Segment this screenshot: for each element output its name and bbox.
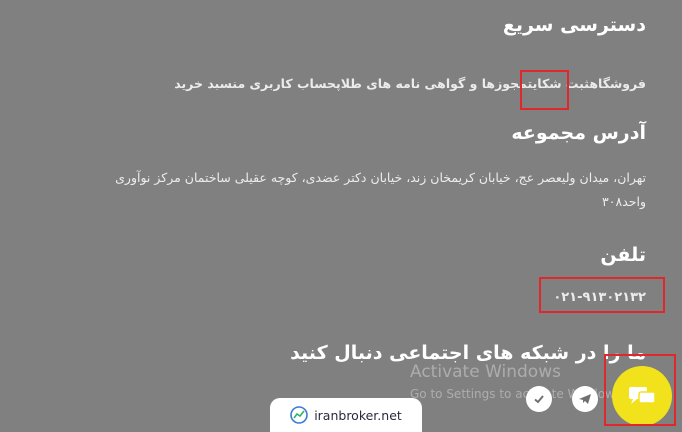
telegram-icon — [579, 394, 591, 404]
telegram-button[interactable] — [572, 386, 598, 412]
address-title: آدرس مجموعه — [511, 122, 646, 144]
brand-text: iranbroker.net — [314, 407, 402, 423]
chart-logo-icon — [290, 406, 308, 424]
link-licenses[interactable]: مجوزها و گواهی نامه های طلا — [341, 76, 528, 91]
link-cart[interactable]: سبد خرید — [174, 76, 232, 91]
check-circle-icon — [534, 395, 544, 404]
instagram-button[interactable] — [526, 386, 552, 412]
address-line-2: واحد۳۰۸ — [602, 194, 646, 209]
iranbroker-badge: iranbroker.net — [270, 398, 422, 432]
phone-highlight-box — [539, 277, 665, 313]
social-title: ما را در شبکه های اجتماعی دنبال کنید — [290, 342, 646, 364]
complaint-highlight-box — [520, 70, 569, 110]
chat-highlight-box — [604, 354, 676, 426]
link-shop[interactable]: فروشگاه — [589, 76, 646, 91]
address-line-1: تهران، میدان ولیعصر عج، خیابان کریمخان ز… — [115, 170, 646, 185]
quick-access-title: دسترسی سریع — [502, 14, 646, 36]
activate-windows-title: Activate Windows — [410, 362, 561, 382]
link-my-account[interactable]: حساب کاربری من — [232, 76, 336, 91]
quick-access-links: فروشگاهثبت شکایتمجوزها و گواهی نامه های … — [174, 76, 646, 91]
phone-title: تلفن — [600, 244, 646, 266]
